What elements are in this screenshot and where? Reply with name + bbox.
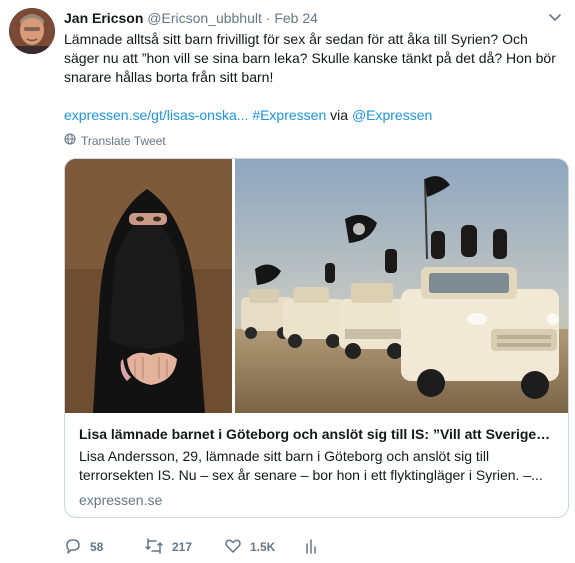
avatar[interactable] (9, 8, 55, 54)
link-card[interactable]: Lisa lämnade barnet i Göteborg och anslö… (64, 158, 569, 518)
card-domain: expressen.se (79, 492, 163, 508)
tweet-body: Lämnade alltså sitt barn frivilligt för … (64, 31, 556, 85)
retweet-icon (144, 537, 164, 558)
mention-link[interactable]: @Expressen (352, 107, 432, 123)
card-body: Lisa lämnade barnet i Göteborg och anslö… (65, 413, 568, 510)
translate-tweet-button[interactable]: Translate Tweet (64, 133, 166, 148)
analytics-icon (304, 537, 318, 558)
chevron-down-icon[interactable] (547, 9, 563, 25)
like-count: 1.5K (250, 540, 276, 554)
via-text: via (330, 107, 349, 123)
tweet[interactable]: Jan Ericson @Ericson_ubbhult · Feb 24 Lä… (0, 0, 575, 563)
retweet-button[interactable]: 217 (144, 537, 224, 558)
display-name[interactable]: Jan Ericson (64, 10, 143, 26)
tweet-text: Lämnade alltså sitt barn frivilligt för … (64, 30, 564, 87)
retweet-count: 217 (172, 540, 193, 554)
tweet-date[interactable]: Feb 24 (274, 10, 318, 26)
article-link[interactable]: expressen.se/gt/lisas-onska... (64, 107, 248, 123)
like-button[interactable]: 1.5K (224, 537, 304, 558)
heart-icon (224, 537, 242, 558)
header-separator: · (265, 10, 271, 26)
analytics-button[interactable] (304, 537, 324, 558)
card-title[interactable]: Lisa lämnade barnet i Göteborg och anslö… (79, 425, 554, 444)
hashtag-link[interactable]: #Expressen (252, 107, 326, 123)
reply-button[interactable]: 58 (64, 537, 144, 558)
user-handle[interactable]: @Ericson_ubbhult (147, 10, 262, 26)
reply-icon (64, 537, 82, 558)
tweet-actions: 58 217 1.5K (64, 536, 324, 558)
tweet-header: Jan Ericson @Ericson_ubbhult · Feb 24 (64, 9, 318, 27)
tweet-links: expressen.se/gt/lisas-onska... #Expresse… (64, 106, 432, 125)
card-image-woman (65, 159, 232, 413)
translate-label: Translate Tweet (81, 133, 166, 148)
card-description: Lisa Andersson, 29, lämnade sitt barn i … (79, 448, 543, 483)
globe-icon (64, 133, 76, 148)
reply-count: 58 (90, 540, 104, 554)
card-image-convoy (235, 159, 568, 413)
card-images (65, 159, 568, 413)
